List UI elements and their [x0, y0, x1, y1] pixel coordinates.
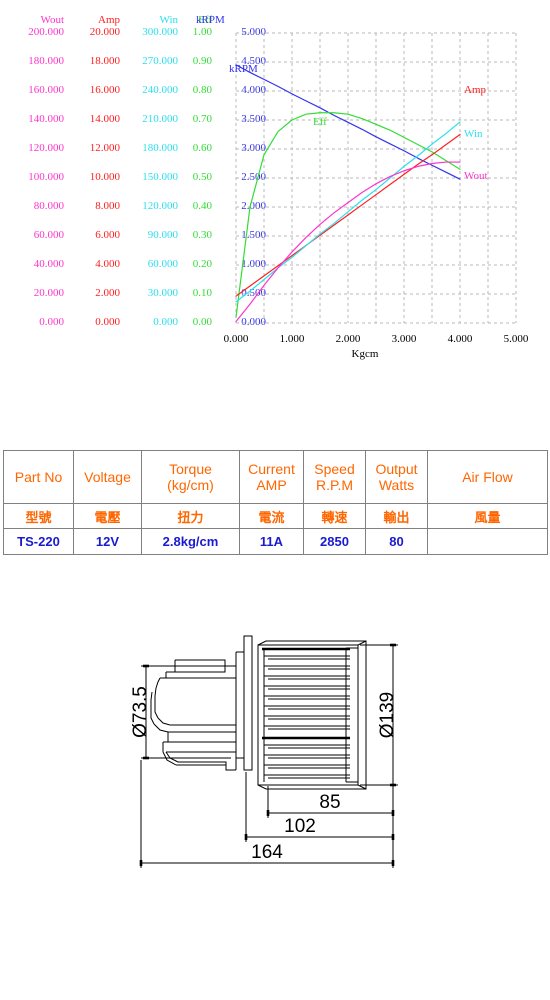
xtick-2: 2.000 [335, 333, 361, 345]
table-row-headers: Part No Voltage Torque (kg/cm) Current A… [3, 450, 548, 504]
value-part-no: TS-220 [3, 528, 74, 555]
curve-label-krpm: kRPM [229, 63, 258, 75]
header-output-l1: Output [375, 460, 418, 477]
header-torque-l2: (kg/cm) [167, 477, 214, 493]
header-output-l2: Watts [378, 477, 415, 493]
drawing-svg: Ø73.5 Ø139 85 102 164 [130, 635, 398, 868]
value-air-flow [427, 528, 548, 555]
chart-curves [235, 64, 461, 323]
spec-table-container: Part No Voltage Torque (kg/cm) Current A… [3, 450, 548, 555]
header-air-flow-l1: Air Flow [462, 468, 513, 485]
xtick-0: 0.000 [223, 333, 249, 345]
table-row-values: TS-220 12V 2.8kg/cm 11A 2850 80 [3, 528, 548, 555]
value-current: 11A [239, 528, 304, 555]
header-speed: Speed R.P.M [303, 450, 366, 504]
header-torque: Torque (kg/cm) [141, 450, 240, 504]
header-current-l1: Current [248, 460, 295, 477]
xtick-5: 5.000 [503, 333, 529, 345]
value-torque: 2.8kg/cm [141, 528, 240, 555]
curve-label-amp: Amp [464, 84, 486, 96]
cn-speed: 轉速 [303, 503, 366, 529]
cn-voltage: 電壓 [73, 503, 142, 529]
dimension-text-diameter-735: Ø73.5 [130, 686, 151, 738]
header-part-no: Part No [3, 450, 74, 504]
value-speed: 2850 [303, 528, 366, 555]
curve-label-wout: Wout [464, 170, 488, 182]
value-output: 80 [365, 528, 428, 555]
dimension-text-85: 85 [319, 792, 340, 813]
cn-air-flow: 風量 [427, 503, 548, 529]
header-voltage-l1: Voltage [84, 468, 131, 485]
page-root: Wout Amp Win Eff kRPM 200.000 180.000 160.… [0, 0, 550, 1000]
cn-part-no: 型號 [3, 503, 74, 529]
xaxis-title: Kgcm [351, 348, 379, 360]
blower-technical-drawing: Ø73.5 Ø139 85 102 164 [0, 600, 550, 900]
performance-chart: Wout Amp Win Eff kRPM 200.000 180.000 160.… [0, 0, 550, 390]
header-current: Current AMP [239, 450, 304, 504]
header-speed-l1: Speed [314, 460, 355, 477]
curve-label-win: Win [464, 128, 483, 140]
header-air-flow: Air Flow [427, 450, 548, 504]
xtick-3: 3.000 [391, 333, 417, 345]
xtick-4: 4.000 [447, 333, 473, 345]
cn-current: 電流 [239, 503, 304, 529]
header-part-no-l1: Part No [14, 468, 63, 485]
header-voltage: Voltage [73, 450, 142, 504]
xtick-1: 1.000 [279, 333, 305, 345]
motor-housing-outline [150, 635, 253, 771]
curve-label-eff: Eff [313, 116, 327, 128]
dimension-text-164: 164 [251, 842, 283, 863]
value-voltage: 12V [73, 528, 142, 555]
dimension-text-102: 102 [284, 816, 316, 837]
header-current-l2: AMP [256, 477, 287, 493]
cn-torque: 扭力 [141, 503, 240, 529]
curve-amp [235, 133, 461, 297]
table-row-chinese: 型號 電壓 扭力 電流 轉速 輸出 風量 [3, 503, 548, 529]
dimension-text-diameter-139: Ø139 [377, 692, 398, 738]
header-torque-l1: Torque [169, 460, 212, 477]
header-speed-l2: R.P.M [315, 477, 354, 493]
spec-table: Part No Voltage Torque (kg/cm) Current A… [3, 450, 548, 555]
chart-plot-area [235, 32, 517, 324]
cn-output: 輸出 [365, 503, 428, 529]
header-output: Output Watts [365, 450, 428, 504]
impeller-cage [257, 640, 367, 790]
